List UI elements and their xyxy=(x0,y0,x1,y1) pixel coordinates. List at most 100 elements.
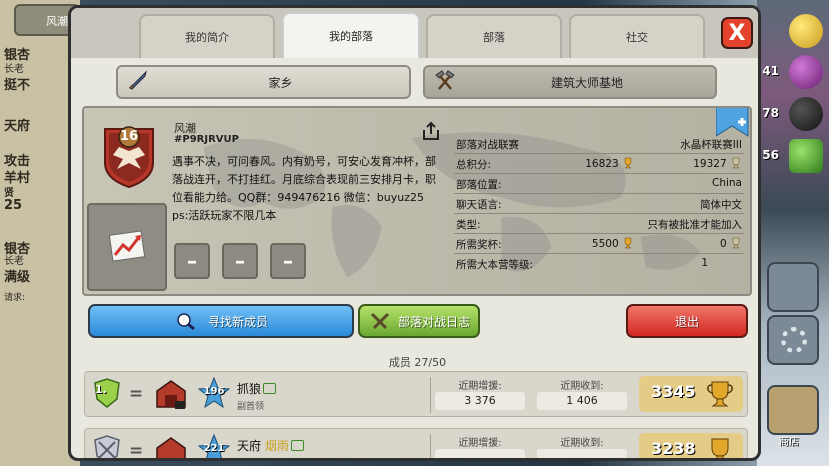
town-hall-icon xyxy=(156,437,186,458)
donated-label: 近期增援: xyxy=(458,438,502,449)
divider xyxy=(430,434,431,458)
stat-label: 所需大本营等级: xyxy=(456,259,534,271)
trophy-icon xyxy=(711,438,729,458)
dark-elixir-amount: 78 xyxy=(762,106,779,120)
trophy-icon xyxy=(624,237,632,249)
crossed-swords-icon xyxy=(368,311,392,331)
clan-badge-frame: 16 xyxy=(87,111,169,203)
chat-icon xyxy=(263,383,277,394)
stat-value: 简体中文 xyxy=(700,199,742,211)
stat-value: 水晶杯联赛III xyxy=(680,139,742,151)
builder-trophy-icon xyxy=(732,237,740,249)
stat-value-builder: 0 xyxy=(720,237,742,250)
stat-label: 类型: xyxy=(456,219,481,231)
received-value xyxy=(537,449,627,458)
tab-my-clan[interactable]: 我的部落 xyxy=(282,12,420,58)
chat-icon xyxy=(290,440,304,451)
clan-war-stats-button[interactable] xyxy=(87,203,167,291)
stat-value: China xyxy=(712,177,742,189)
stat-value-main: 5500 xyxy=(578,237,634,250)
clan-description: 遇事不决，可问春风。内有奶号，可安心发育冲杯，部落战连开，不打挂红。月底综合表现… xyxy=(172,155,436,222)
shop-button[interactable]: 商店 xyxy=(767,385,819,448)
tab-clans[interactable]: 部落 xyxy=(426,14,562,58)
clan-war-log-button[interactable]: 部落对战日志 xyxy=(358,304,480,338)
town-hall-icon xyxy=(156,380,186,409)
find-new-members-label: 寻找新成员 xyxy=(207,314,268,329)
chat-text: 天府 xyxy=(4,119,31,134)
edit-mode-button[interactable] xyxy=(767,262,819,312)
stat-label: 所需奖杯: xyxy=(456,239,502,251)
donated-value: 3 376 xyxy=(435,392,525,410)
stat-value-main: 16823 xyxy=(578,157,634,170)
gold-icon xyxy=(789,14,823,48)
tab-bar: 我的简介 我的部落 部落 社交 X xyxy=(71,8,758,58)
members-count: 成员 27/50 xyxy=(388,356,447,369)
home-village-label: 家乡 xyxy=(268,75,293,90)
rank-unchanged-icon: = xyxy=(129,384,144,404)
rank-unchanged-icon: = xyxy=(129,441,144,461)
stat-row-points: 总积分: 16823 19327 xyxy=(454,154,744,174)
elixir-amount: 41 xyxy=(762,64,779,78)
stat-row-required-hall-level: 所需大本营等级: 1 xyxy=(454,254,744,274)
hammer-icon xyxy=(431,69,459,96)
chat-text: 请求: xyxy=(4,293,26,303)
gem-icon xyxy=(789,139,823,173)
stat-label: 部落位置: xyxy=(456,179,502,191)
member-row[interactable]: 1. = 196 抓狼 副首领 近期增援: 3 376 近期收到: 1 406 … xyxy=(84,371,748,417)
chart-up-icon xyxy=(109,230,146,262)
chat-text: 25 xyxy=(4,198,23,213)
member-name-text: 天府 xyxy=(237,439,262,453)
member-trophy-count: 3345 xyxy=(651,382,696,401)
donated-label: 近期增援: xyxy=(458,381,502,392)
tab-my-profile[interactable]: 我的简介 xyxy=(139,14,275,58)
trophy-icon xyxy=(707,381,733,407)
clan-war-log-label: 部落对战日志 xyxy=(397,314,470,329)
member-rank: 1. xyxy=(95,383,107,396)
member-trophies: 3238 xyxy=(639,433,743,458)
member-row[interactable]: = 221 天府 烟雨 近期增援: 近期收到: 3238 xyxy=(84,428,748,461)
close-button[interactable]: X xyxy=(721,17,753,49)
find-new-members-button[interactable]: 寻找新成员 xyxy=(88,304,354,338)
clan-stat-slot: – xyxy=(174,243,210,279)
received-label: 近期收到: xyxy=(560,381,604,392)
resource-bar: 41 78 56 商店 xyxy=(757,0,829,466)
tab-social[interactable]: 社交 xyxy=(569,14,705,58)
stat-label: 总积分: xyxy=(456,159,492,171)
gem-amount: 56 xyxy=(762,148,779,162)
stat-row-war-league: 部落对战联赛 水晶杯联赛III xyxy=(454,134,744,154)
settings-button[interactable] xyxy=(767,315,819,365)
member-name-text: 抓狼 xyxy=(237,382,262,396)
clan-panel: 我的简介 我的部落 部落 社交 X 家乡 建筑大师基地 16 风潮 #P9RJR… xyxy=(68,5,761,461)
member-name: 天府 烟雨 xyxy=(237,437,304,454)
member-name: 抓狼 xyxy=(237,380,277,397)
search-icon xyxy=(174,311,198,331)
gear-icon xyxy=(781,327,807,353)
share-icon[interactable] xyxy=(420,120,442,142)
builder-base-button[interactable]: 建筑大师基地 xyxy=(423,65,717,99)
clan-level: 16 xyxy=(119,129,139,144)
clan-chat-name: 风潮 xyxy=(46,15,68,28)
required-trophies-builder: 0 xyxy=(719,238,727,250)
clan-info-box: 16 风潮 #P9RJRVUP 遇事不决，可问春风。内有奶号，可安心发育冲杯，部… xyxy=(82,106,752,296)
elixir-icon xyxy=(789,55,823,89)
shop-label: 商店 xyxy=(779,437,799,448)
league-badge-icon xyxy=(94,435,120,458)
builder-base-label: 建筑大师基地 xyxy=(550,75,623,90)
required-trophies-main: 5500 xyxy=(591,238,619,250)
stat-row-type: 类型: 只有被批准才能加入 xyxy=(454,214,744,234)
builder-trophy-icon xyxy=(732,157,740,169)
stat-row-location: 部落位置: China xyxy=(454,174,744,194)
trophy-icon xyxy=(624,157,632,169)
stat-value: 只有被批准才能加入 xyxy=(647,219,743,231)
leave-clan-button[interactable]: 退出 xyxy=(626,304,748,338)
stat-label: 部落对战联赛 xyxy=(456,139,519,151)
chat-text: 贤 xyxy=(4,188,14,199)
clan-points-builder: 19327 xyxy=(693,158,727,170)
chat-text: 长老 xyxy=(4,256,24,267)
received-label: 近期收到: xyxy=(560,438,604,449)
clan-points-main: 16823 xyxy=(585,158,619,170)
member-trophies: 3345 xyxy=(639,376,743,412)
member-role: 副首领 xyxy=(237,402,265,412)
home-village-button[interactable]: 家乡 xyxy=(116,65,411,99)
chat-text: 挺不 xyxy=(4,78,31,93)
